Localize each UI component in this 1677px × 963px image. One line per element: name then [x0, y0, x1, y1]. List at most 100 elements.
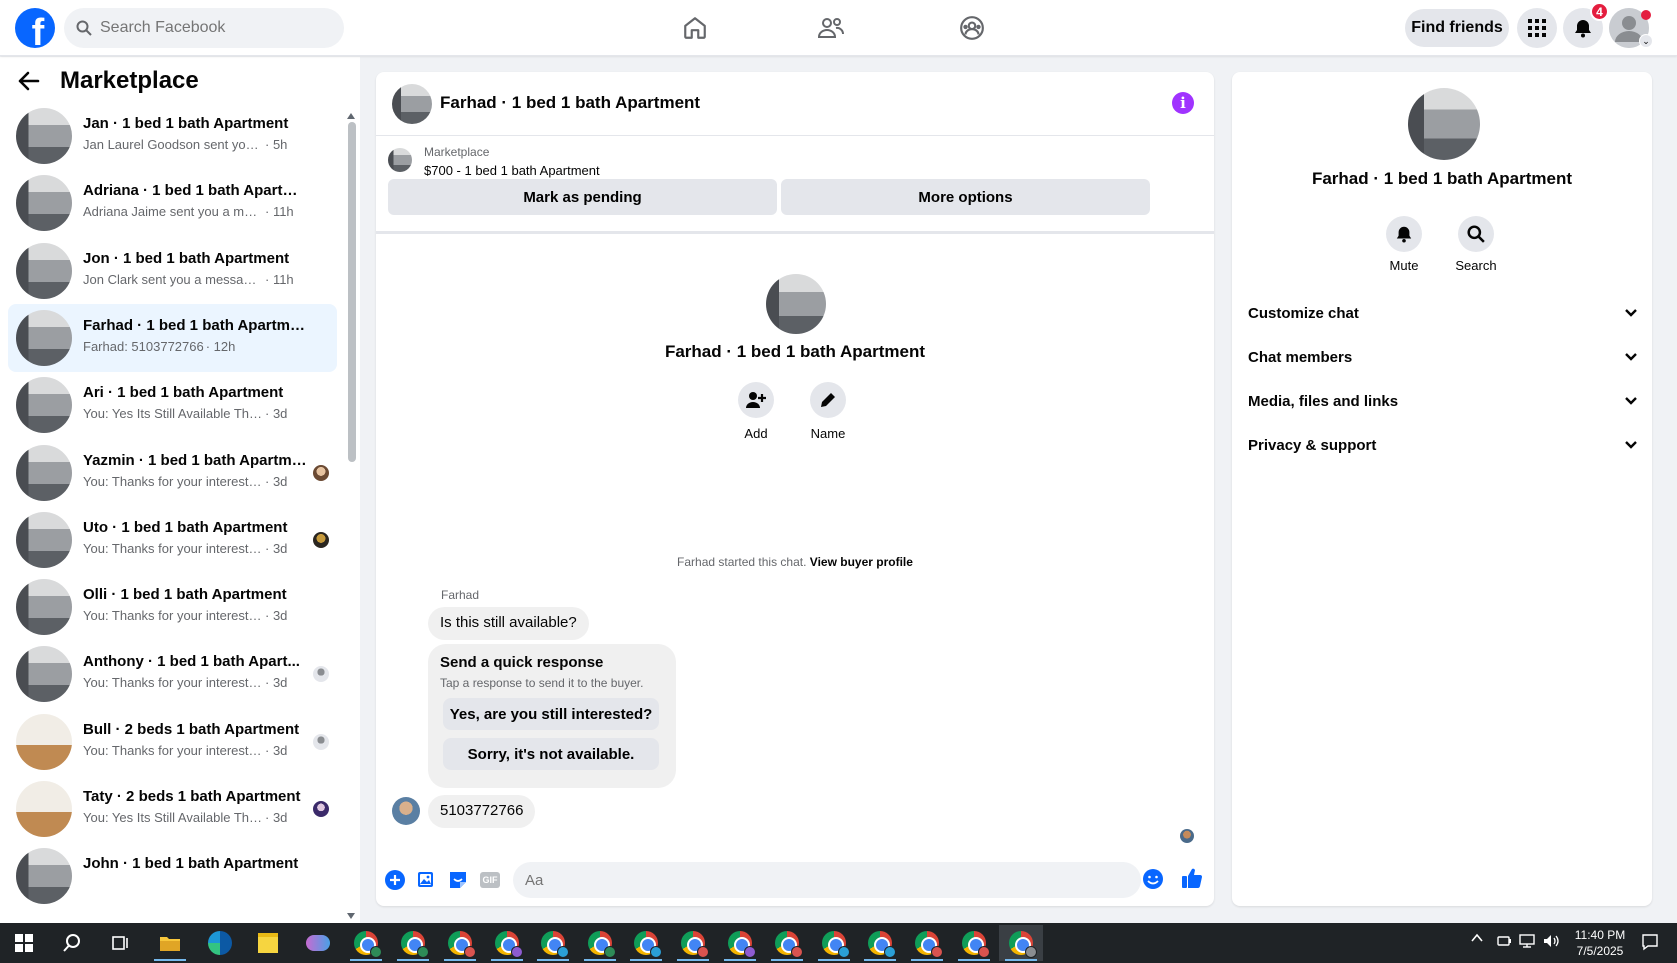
plus-circle-icon[interactable]	[383, 868, 407, 892]
chrome-window-icon[interactable]	[858, 925, 902, 961]
running-indicator	[491, 959, 523, 961]
scroll-down-arrow-icon[interactable]	[347, 913, 355, 919]
system-clock[interactable]: 11:40 PM 7/5/2025	[1560, 927, 1640, 959]
taskbar-search-icon[interactable]	[50, 925, 94, 961]
chrome-window-icon[interactable]	[438, 925, 482, 961]
conversation-item[interactable]: Ari · 1 bed 1 bath Apartment You: Yes Its…	[8, 371, 337, 439]
search-input[interactable]	[100, 19, 320, 37]
running-indicator	[350, 959, 382, 961]
preview-text: You: Yes Its Still Available Thanks fo..…	[83, 406, 263, 422]
task-view-icon[interactable]	[98, 925, 142, 961]
menu-grid-icon[interactable]	[1517, 8, 1557, 48]
conversation-item[interactable]: Jon · 1 bed 1 bath Apartment Jon Clark se…	[8, 237, 337, 305]
back-arrow-icon[interactable]	[18, 71, 40, 91]
gif-icon[interactable]: GIF	[478, 868, 502, 892]
more-options-button[interactable]: More options	[781, 179, 1150, 215]
listing-price[interactable]: $700 - 1 bed 1 bath Apartment	[424, 163, 600, 178]
conversation-item[interactable]: Bull · 2 beds 1 bath Apartment You: Thank…	[8, 708, 337, 776]
running-indicator	[818, 959, 850, 961]
chat-avatar[interactable]	[392, 84, 432, 124]
chrome-window-icon[interactable]	[765, 925, 809, 961]
sticky-notes-icon[interactable]	[246, 925, 290, 961]
conversation-preview: You: Thanks for your interest in t... · 3…	[83, 474, 323, 489]
show-hidden-icons-chevron-icon[interactable]	[1471, 931, 1483, 947]
conversation-item[interactable]: Farhad · 1 bed 1 bath Apartment Farhad: 5…	[8, 303, 337, 372]
conversation-preview: You: Thanks for your interest in the ...…	[83, 608, 323, 623]
media-files-links-section[interactable]: Media, files and links	[1248, 381, 1638, 421]
mute-button[interactable]: Mute	[1374, 216, 1434, 273]
scroll-up-arrow-icon[interactable]	[347, 113, 355, 119]
chrome-window-icon[interactable]	[718, 925, 762, 961]
conversation-title: Bull · 2 beds 1 bath Apartment	[83, 720, 300, 738]
mark-as-pending-button[interactable]: Mark as pending	[388, 179, 777, 215]
volume-icon[interactable]	[1542, 933, 1560, 952]
photo-icon[interactable]	[414, 868, 438, 892]
listing-thumbnail[interactable]	[388, 148, 412, 172]
search-chat-button[interactable]: Search	[1446, 216, 1506, 273]
chrome-window-icon[interactable]	[812, 925, 856, 961]
account-avatar[interactable]: ⌄	[1609, 8, 1653, 48]
chat-profile-avatar[interactable]	[766, 274, 826, 334]
photos-app-icon[interactable]	[296, 925, 340, 961]
message-bubble[interactable]: Is this still available?	[428, 607, 589, 640]
chat-members-section[interactable]: Chat members	[1248, 337, 1638, 377]
quick-response-card: Send a quick response Tap a response to …	[428, 644, 676, 788]
privacy-support-section[interactable]: Privacy & support	[1248, 425, 1638, 465]
chrome-window-icon[interactable]	[999, 925, 1043, 961]
conversation-item[interactable]: Yazmin · 1 bed 1 bath Apartme... You: Tha…	[8, 439, 337, 507]
emoji-icon[interactable]	[1141, 867, 1165, 891]
chrome-profile-icon	[650, 946, 662, 958]
edge-browser-icon[interactable]	[198, 925, 242, 961]
conversation-item[interactable]: John · 1 bed 1 bath Apartment	[8, 842, 337, 910]
chrome-window-icon[interactable]	[578, 925, 622, 961]
name-button[interactable]: Name	[793, 382, 863, 441]
search-bar[interactable]	[64, 8, 344, 48]
chrome-profile-icon	[1025, 946, 1037, 958]
facebook-logo-icon[interactable]: f	[15, 8, 55, 48]
message-input[interactable]	[513, 862, 1141, 898]
notification-center-icon[interactable]	[1641, 933, 1659, 954]
conversation-item[interactable]: Adriana · 1 bed 1 bath Apartment Adriana …	[8, 169, 337, 237]
notifications-button[interactable]: 4	[1563, 2, 1609, 48]
chrome-window-icon[interactable]	[952, 925, 996, 961]
chrome-window-icon[interactable]	[905, 925, 949, 961]
listing-banner: Marketplace $700 - 1 bed 1 bath Apartmen…	[376, 136, 1214, 234]
chrome-logo-icon	[588, 931, 616, 958]
chrome-window-icon[interactable]	[531, 925, 575, 961]
conversation-item[interactable]: Olli · 1 bed 1 bath Apartment You: Thanks…	[8, 573, 337, 641]
sender-avatar[interactable]	[392, 797, 420, 825]
find-friends-button[interactable]: Find friends	[1405, 9, 1509, 47]
customize-chat-section[interactable]: Customize chat	[1248, 293, 1638, 333]
file-explorer-icon[interactable]	[148, 925, 192, 961]
chrome-window-icon[interactable]	[671, 925, 715, 961]
chrome-window-icon[interactable]	[485, 925, 529, 961]
battery-icon[interactable]	[1496, 933, 1512, 952]
chrome-window-icon[interactable]	[391, 925, 435, 961]
chat-title[interactable]: Farhad · 1 bed 1 bath Apartment	[440, 93, 700, 113]
network-icon[interactable]	[1518, 933, 1536, 952]
thumbs-up-icon[interactable]	[1180, 866, 1204, 890]
conversation-item[interactable]: Anthony · 1 bed 1 bath Apart... You: Than…	[8, 640, 337, 708]
quick-response-sorry-button[interactable]: Sorry, it's not available.	[443, 738, 659, 770]
chrome-window-icon[interactable]	[624, 925, 668, 961]
conversation-item[interactable]: Uto · 1 bed 1 bath Apartment You: Thanks …	[8, 506, 337, 574]
info-icon[interactable]: i	[1172, 92, 1194, 114]
sidebar-header: Marketplace	[18, 67, 199, 95]
add-button[interactable]: Add	[721, 382, 791, 441]
windows-start-icon[interactable]	[2, 925, 46, 961]
view-buyer-profile-link[interactable]: View buyer profile	[810, 555, 913, 569]
info-avatar[interactable]	[1408, 88, 1480, 160]
message-bubble-phone[interactable]: 5103772766	[428, 795, 536, 828]
chevron-down-icon	[1624, 349, 1638, 366]
sticker-icon[interactable]	[446, 868, 470, 892]
groups-icon[interactable]	[952, 8, 992, 48]
chrome-window-icon[interactable]	[344, 925, 388, 961]
chrome-profile-icon	[838, 946, 850, 958]
home-icon[interactable]	[675, 8, 715, 48]
quick-response-yes-button[interactable]: Yes, are you still interested?	[443, 698, 659, 730]
sidebar-scroll-thumb[interactable]	[348, 122, 356, 462]
friends-icon[interactable]	[811, 8, 851, 48]
conversation-item[interactable]: Taty · 2 beds 1 bath Apartment You: Yes I…	[8, 775, 337, 843]
conversation-item[interactable]: Jan · 1 bed 1 bath Apartment Jan Laurel G…	[8, 102, 337, 170]
page-scrollbar[interactable]	[1665, 57, 1677, 923]
